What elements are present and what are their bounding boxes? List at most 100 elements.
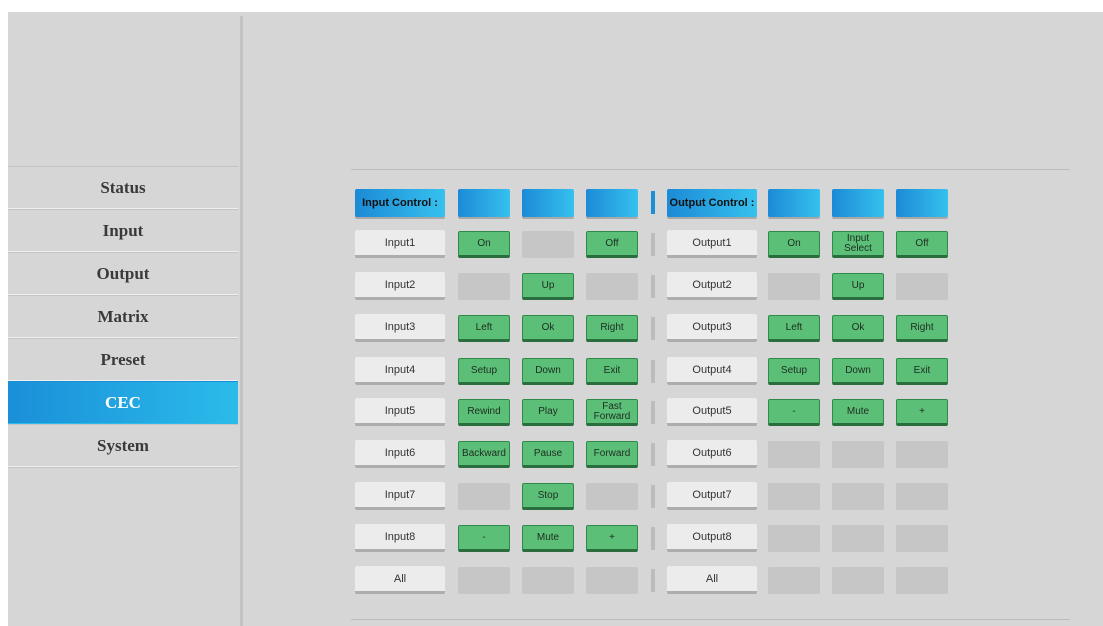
input_control-title: Input Control : xyxy=(355,189,445,217)
input_control-input5-fast-forward-button[interactable]: Fast Forward xyxy=(586,399,638,426)
section-separator xyxy=(651,401,655,424)
output_control-output5-minus-button[interactable]: - xyxy=(768,399,820,426)
input_control-input3-ok-button[interactable]: Ok xyxy=(522,315,574,342)
sidebar-divider xyxy=(240,16,243,626)
output_control-row-label-output5[interactable]: Output5 xyxy=(667,398,757,426)
bottom-divider xyxy=(351,619,1070,620)
sidebar-item-preset[interactable]: Preset xyxy=(8,338,238,381)
output_control-empty-slot xyxy=(896,273,948,300)
input_control-input1-on-button[interactable]: On xyxy=(458,231,510,258)
input_control-input6-backward-button[interactable]: Backward xyxy=(458,441,510,468)
input_control-empty-slot xyxy=(586,567,638,594)
output_control-header-block xyxy=(832,189,884,217)
output_control-empty-slot xyxy=(896,525,948,552)
input_control-row-label-input8[interactable]: Input8 xyxy=(355,524,445,552)
sidebar-item-system[interactable]: System xyxy=(8,424,238,467)
input_control-input4-setup-button[interactable]: Setup xyxy=(458,358,510,385)
top-divider xyxy=(351,169,1070,170)
input_control-input4-exit-button[interactable]: Exit xyxy=(586,358,638,385)
output_control-header-block xyxy=(768,189,820,217)
input_control-row-label-input1[interactable]: Input1 xyxy=(355,230,445,258)
input_control-row-label-input7[interactable]: Input7 xyxy=(355,482,445,510)
output_control-row-label-output1[interactable]: Output1 xyxy=(667,230,757,258)
input_control-input1-off-button[interactable]: Off xyxy=(586,231,638,258)
input_control-input7-stop-button[interactable]: Stop xyxy=(522,483,574,510)
output_control-row-label-output4[interactable]: Output4 xyxy=(667,357,757,385)
output_control-empty-slot xyxy=(832,525,884,552)
output_control-output3-ok-button[interactable]: Ok xyxy=(832,315,884,342)
output_control-row-label-output7[interactable]: Output7 xyxy=(667,482,757,510)
output_control-output3-left-button[interactable]: Left xyxy=(768,315,820,342)
output_control-row-label-output8[interactable]: Output8 xyxy=(667,524,757,552)
input_control-input6-forward-button[interactable]: Forward xyxy=(586,441,638,468)
input_control-row-label-all[interactable]: All xyxy=(355,566,445,594)
input_control-input2-up-button[interactable]: Up xyxy=(522,273,574,300)
output_control-output4-down-button[interactable]: Down xyxy=(832,358,884,385)
input_control-row-label-input5[interactable]: Input5 xyxy=(355,398,445,426)
output_control-output1-input-select-button[interactable]: Input Select xyxy=(832,231,884,258)
output_control-output5-plus-button[interactable]: + xyxy=(896,399,948,426)
output_control-output2-up-button[interactable]: Up xyxy=(832,273,884,300)
output_control-empty-slot xyxy=(896,483,948,510)
section-separator xyxy=(651,569,655,592)
sidebar-item-status[interactable]: Status xyxy=(8,166,238,209)
sidebar-item-output[interactable]: Output xyxy=(8,252,238,295)
input_control-header-block xyxy=(458,189,510,217)
input_control-empty-slot xyxy=(522,231,574,258)
section-separator xyxy=(651,443,655,466)
output_control-empty-slot xyxy=(768,567,820,594)
input_control-empty-slot xyxy=(586,483,638,510)
input_control-input8-plus-button[interactable]: + xyxy=(586,525,638,552)
output_control-empty-slot xyxy=(832,441,884,468)
sidebar: Status Input Output Matrix Preset CEC System xyxy=(8,166,238,468)
section-separator xyxy=(651,317,655,340)
output_control-row-label-all[interactable]: All xyxy=(667,566,757,594)
input_control-empty-slot xyxy=(458,273,510,300)
output_control-output3-right-button[interactable]: Right xyxy=(896,315,948,342)
output_control-title: Output Control : xyxy=(667,189,757,217)
output_control-empty-slot xyxy=(896,567,948,594)
section-separator xyxy=(651,527,655,550)
output_control-header-block xyxy=(896,189,948,217)
output_control-empty-slot xyxy=(768,441,820,468)
input_control-header-block xyxy=(522,189,574,217)
input_control-input5-rewind-button[interactable]: Rewind xyxy=(458,399,510,426)
output_control-row-label-output2[interactable]: Output2 xyxy=(667,272,757,300)
sidebar-end-divider xyxy=(8,467,238,468)
input_control-empty-slot xyxy=(458,567,510,594)
section-separator xyxy=(651,191,655,214)
section-separator xyxy=(651,360,655,383)
input_control-input3-left-button[interactable]: Left xyxy=(458,315,510,342)
output_control-output4-setup-button[interactable]: Setup xyxy=(768,358,820,385)
input_control-header-block xyxy=(586,189,638,217)
sidebar-item-cec[interactable]: CEC xyxy=(8,381,238,424)
output_control-output1-on-button[interactable]: On xyxy=(768,231,820,258)
input_control-empty-slot xyxy=(586,273,638,300)
section-separator xyxy=(651,233,655,256)
input_control-input6-pause-button[interactable]: Pause xyxy=(522,441,574,468)
output_control-empty-slot xyxy=(768,525,820,552)
input_control-input3-right-button[interactable]: Right xyxy=(586,315,638,342)
output_control-output1-off-button[interactable]: Off xyxy=(896,231,948,258)
output_control-empty-slot xyxy=(896,441,948,468)
section-separator xyxy=(651,275,655,298)
output_control-row-label-output6[interactable]: Output6 xyxy=(667,440,757,468)
output_control-empty-slot xyxy=(832,483,884,510)
input_control-input8-mute-button[interactable]: Mute xyxy=(522,525,574,552)
input_control-row-label-input3[interactable]: Input3 xyxy=(355,314,445,342)
input_control-empty-slot xyxy=(458,483,510,510)
input_control-row-label-input6[interactable]: Input6 xyxy=(355,440,445,468)
output_control-output5-mute-button[interactable]: Mute xyxy=(832,399,884,426)
output_control-output4-exit-button[interactable]: Exit xyxy=(896,358,948,385)
input_control-row-label-input4[interactable]: Input4 xyxy=(355,357,445,385)
sidebar-item-input[interactable]: Input xyxy=(8,209,238,252)
input_control-input8-minus-button[interactable]: - xyxy=(458,525,510,552)
input_control-input5-play-button[interactable]: Play xyxy=(522,399,574,426)
output_control-empty-slot xyxy=(768,483,820,510)
input_control-empty-slot xyxy=(522,567,574,594)
output_control-row-label-output3[interactable]: Output3 xyxy=(667,314,757,342)
output_control-empty-slot xyxy=(832,567,884,594)
sidebar-item-matrix[interactable]: Matrix xyxy=(8,295,238,338)
input_control-input4-down-button[interactable]: Down xyxy=(522,358,574,385)
input_control-row-label-input2[interactable]: Input2 xyxy=(355,272,445,300)
